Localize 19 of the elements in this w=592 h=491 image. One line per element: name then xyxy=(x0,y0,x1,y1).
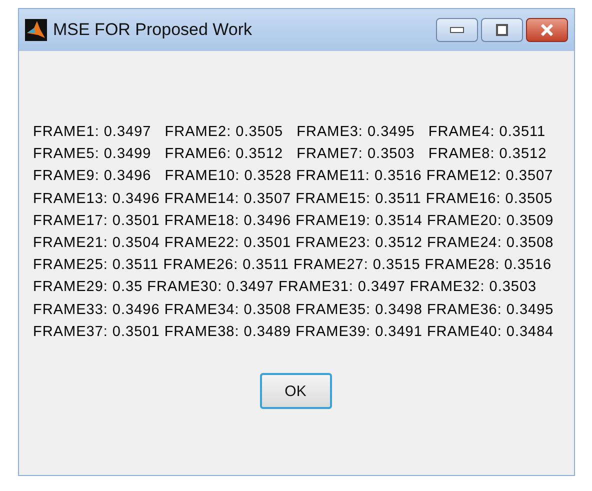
message-line: FRAME17: 0.3501 FRAME18: 0.3496 FRAME19: 0.3514 FRAME20: 0.3509 xyxy=(33,212,555,231)
message-line: FRAME37: 0.3501 FRAME38: 0.3489 FRAME39: 0.3491 FRAME40: 0.3484 xyxy=(33,322,555,342)
message-line: FRAME5: 0.3499 FRAME6: 0.3512 FRAME7: 0.3503 FRAME8: 0.3512 xyxy=(33,145,548,164)
close-button[interactable] xyxy=(526,18,568,42)
maximize-button[interactable] xyxy=(481,18,523,42)
close-icon xyxy=(540,24,554,36)
message-line: FRAME21: 0.3504 FRAME22: 0.3501 FRAME23: 0.3512 FRAME24: 0.3508 xyxy=(33,234,555,254)
ok-button[interactable]: OK xyxy=(260,373,332,410)
message-line: FRAME25: 0.3511 FRAME26: 0.3511 FRAME27: 0.3515 FRAME28: 0.3516 xyxy=(33,256,553,276)
minimize-icon xyxy=(450,27,464,33)
message-line: FRAME9: 0.3496 FRAME10: 0.3528 FRAME11: 0.3516 FRAME12: 0.3507 xyxy=(33,167,554,186)
message-line: FRAME13: 0.3496 FRAME14: 0.3507 FRAME15: 0.3511 FRAME16: 0.3505 xyxy=(33,190,554,209)
message-line: FRAME33: 0.3496 FRAME34: 0.3508 FRAME35: 0.3498 FRAME36: 0.3495 xyxy=(33,300,555,320)
message-line: FRAME29: 0.35 FRAME30: 0.3497 FRAME31: 0.3497 FRAME32: 0.3503 xyxy=(33,278,538,298)
message-line: FRAME1: 0.3497 FRAME2: 0.3505 FRAME3: 0.3495 FRAME4: 0.3511 xyxy=(33,123,547,142)
minimize-button[interactable] xyxy=(436,18,478,42)
app-logo-icon xyxy=(25,19,47,41)
window-title: MSE FOR Proposed Work xyxy=(53,20,254,40)
maximize-icon xyxy=(496,24,508,36)
